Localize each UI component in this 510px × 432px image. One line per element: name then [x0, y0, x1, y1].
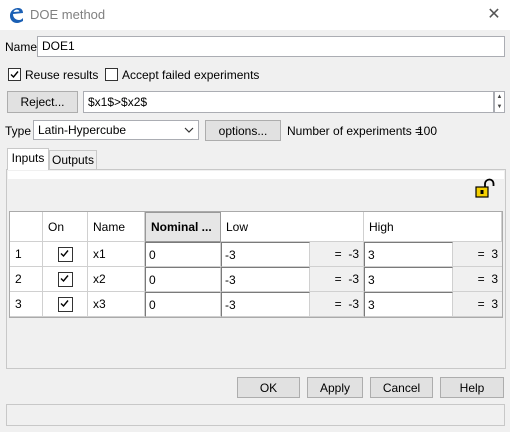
reject-expression-field[interactable]: $x1$>$x2$: [83, 91, 494, 113]
tab-outputs[interactable]: Outputs: [49, 150, 97, 170]
row-high-evaluated: = 3: [453, 242, 502, 267]
row-high-evaluated: = 3: [453, 267, 502, 292]
row-high-input[interactable]: 3: [364, 292, 453, 317]
name-label: Name: [5, 40, 38, 54]
row-name[interactable]: x1: [88, 242, 145, 267]
row-low-evaluated: = -3: [310, 267, 364, 292]
spin-down-icon[interactable]: ▼: [495, 102, 504, 112]
row-low-input[interactable]: -3: [221, 267, 310, 292]
title-bar[interactable]: DOE method ✕: [0, 0, 510, 30]
row-on-cell: [43, 292, 88, 317]
row-high-evaluated: = 3: [453, 292, 502, 317]
row-on-checkbox[interactable]: [57, 296, 73, 312]
type-select[interactable]: Latin-Hypercube: [33, 120, 199, 140]
type-label: Type: [5, 124, 32, 138]
chevron-down-icon: [182, 121, 196, 139]
row-on-checkbox[interactable]: [57, 271, 73, 287]
help-button[interactable]: Help: [440, 377, 504, 398]
row-high-input[interactable]: 3: [364, 242, 453, 267]
row-name[interactable]: x3: [88, 292, 145, 317]
header-high[interactable]: High: [364, 212, 502, 242]
num-experiments-label: Number of experiments =: [287, 124, 423, 138]
unlock-icon[interactable]: [473, 178, 495, 200]
header-index: [10, 212, 43, 242]
reject-button[interactable]: Reject...: [7, 91, 78, 113]
spin-up-icon[interactable]: ▲: [495, 92, 504, 102]
ok-button[interactable]: OK: [237, 377, 300, 398]
row-index: 1: [10, 242, 43, 267]
row-on-cell: [43, 267, 88, 292]
window-title: DOE method: [30, 7, 106, 22]
row-on-cell: [43, 242, 88, 267]
reuse-results-checkbox[interactable]: [8, 68, 21, 81]
row-low-input[interactable]: -3: [221, 242, 310, 267]
inputs-panel: On Name Nominal ... Low High 1 x1 0 -3 =…: [6, 169, 506, 369]
header-nominal[interactable]: Nominal ...: [145, 212, 221, 242]
row-low-evaluated: = -3: [310, 292, 364, 317]
row-low-evaluated: = -3: [310, 242, 364, 267]
row-high-input[interactable]: 3: [364, 267, 453, 292]
type-select-value: Latin-Hypercube: [38, 123, 127, 137]
accept-failed-checkbox[interactable]: [105, 68, 118, 81]
close-icon[interactable]: ✕: [484, 5, 504, 25]
header-low[interactable]: Low: [221, 212, 364, 242]
row-index: 3: [10, 292, 43, 317]
reject-spinner[interactable]: ▲ ▼: [494, 91, 505, 113]
apply-button[interactable]: Apply: [307, 377, 363, 398]
num-experiments-value: 100: [417, 124, 438, 138]
cancel-button[interactable]: Cancel: [370, 377, 433, 398]
row-low-input[interactable]: -3: [221, 292, 310, 317]
row-nominal-input[interactable]: 0: [145, 292, 221, 317]
tab-inputs[interactable]: Inputs: [7, 148, 49, 170]
status-bar: [6, 404, 505, 426]
panel-top-strip: [8, 171, 504, 179]
options-button[interactable]: options...: [205, 120, 281, 141]
header-name[interactable]: Name: [88, 212, 145, 242]
row-index: 2: [10, 267, 43, 292]
name-field[interactable]: DOE1: [37, 36, 505, 57]
header-on[interactable]: On: [43, 212, 88, 242]
row-name[interactable]: x2: [88, 267, 145, 292]
e-app-icon: [6, 5, 26, 25]
inputs-table[interactable]: On Name Nominal ... Low High 1 x1 0 -3 =…: [9, 211, 503, 318]
row-nominal-input[interactable]: 0: [145, 267, 221, 292]
row-on-checkbox[interactable]: [57, 246, 73, 262]
reuse-results-label: Reuse results: [25, 68, 99, 82]
row-nominal-input[interactable]: 0: [145, 242, 221, 267]
accept-failed-label: Accept failed experiments: [122, 68, 260, 82]
